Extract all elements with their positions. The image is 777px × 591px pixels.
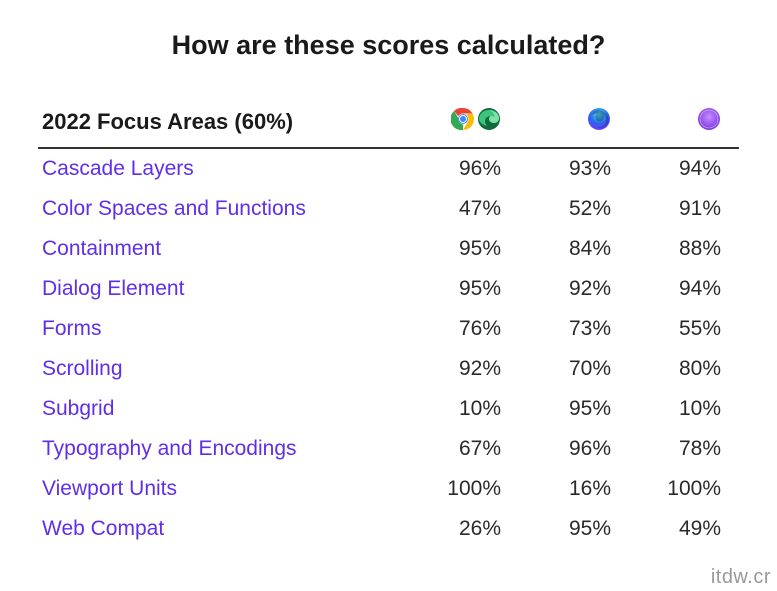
table-row: Typography and Encodings 67% 96% 78% [38, 429, 739, 469]
row-value: 88% [629, 229, 739, 269]
row-value: 91% [629, 189, 739, 229]
row-value: 95% [409, 229, 519, 269]
table-header-firefox [519, 99, 629, 148]
table-row: Scrolling 92% 70% 80% [38, 349, 739, 389]
row-value: 16% [519, 469, 629, 509]
row-value: 52% [519, 189, 629, 229]
row-value: 94% [629, 148, 739, 189]
focus-areas-table: 2022 Focus Areas (60%) [38, 99, 739, 549]
row-value: 80% [629, 349, 739, 389]
row-value: 47% [409, 189, 519, 229]
page-title: How are these scores calculated? [38, 30, 739, 61]
row-value: 10% [409, 389, 519, 429]
watermark-text: itdw.cr [711, 566, 771, 589]
table-header-chrome-edge [409, 99, 519, 148]
firefox-icon [587, 107, 611, 131]
row-label[interactable]: Cascade Layers [38, 148, 409, 189]
row-value: 95% [409, 269, 519, 309]
row-value: 93% [519, 148, 629, 189]
row-label[interactable]: Typography and Encodings [38, 429, 409, 469]
row-label[interactable]: Containment [38, 229, 409, 269]
chrome-dev-icon [451, 107, 475, 131]
table-body: Cascade Layers 96% 93% 94% Color Spaces … [38, 148, 739, 549]
row-value: 26% [409, 509, 519, 549]
row-label[interactable]: Viewport Units [38, 469, 409, 509]
edge-dev-icon [477, 107, 501, 131]
table-row: Cascade Layers 96% 93% 94% [38, 148, 739, 189]
table-row: Forms 76% 73% 55% [38, 309, 739, 349]
row-value: 95% [519, 389, 629, 429]
table-row: Web Compat 26% 95% 49% [38, 509, 739, 549]
row-value: 73% [519, 309, 629, 349]
row-label[interactable]: Dialog Element [38, 269, 409, 309]
row-value: 67% [409, 429, 519, 469]
row-value: 76% [409, 309, 519, 349]
row-value: 49% [629, 509, 739, 549]
row-label[interactable]: Color Spaces and Functions [38, 189, 409, 229]
row-value: 94% [629, 269, 739, 309]
row-value: 96% [409, 148, 519, 189]
row-value: 84% [519, 229, 629, 269]
row-label[interactable]: Subgrid [38, 389, 409, 429]
row-value: 95% [519, 509, 629, 549]
table-header-label: 2022 Focus Areas (60%) [38, 99, 409, 148]
table-row: Subgrid 10% 95% 10% [38, 389, 739, 429]
table-row: Containment 95% 84% 88% [38, 229, 739, 269]
safari-icon [697, 107, 721, 131]
row-value: 92% [409, 349, 519, 389]
row-value: 78% [629, 429, 739, 469]
row-value: 100% [409, 469, 519, 509]
table-row: Color Spaces and Functions 47% 52% 91% [38, 189, 739, 229]
row-value: 92% [519, 269, 629, 309]
row-value: 100% [629, 469, 739, 509]
row-value: 10% [629, 389, 739, 429]
table-header-safari [629, 99, 739, 148]
table-row: Viewport Units 100% 16% 100% [38, 469, 739, 509]
row-value: 70% [519, 349, 629, 389]
table-row: Dialog Element 95% 92% 94% [38, 269, 739, 309]
row-value: 55% [629, 309, 739, 349]
row-label[interactable]: Web Compat [38, 509, 409, 549]
row-label[interactable]: Scrolling [38, 349, 409, 389]
row-value: 96% [519, 429, 629, 469]
row-label[interactable]: Forms [38, 309, 409, 349]
